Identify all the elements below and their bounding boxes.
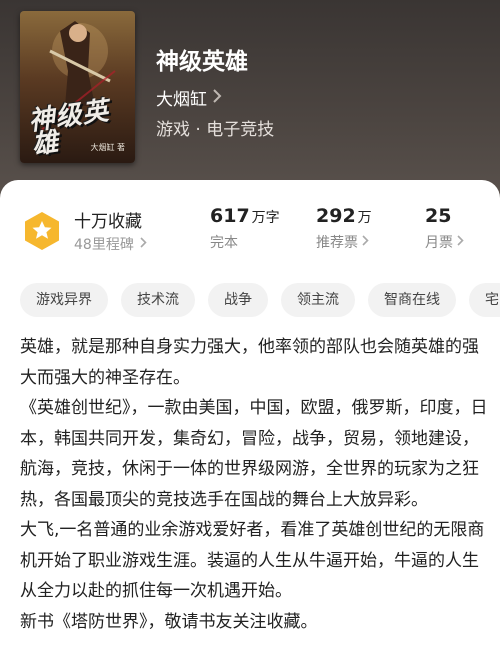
tag-item[interactable]: 宅 xyxy=(469,283,500,317)
tag-item[interactable]: 领主流 xyxy=(281,283,355,317)
tag-item[interactable]: 智商在线 xyxy=(368,283,456,317)
description-paragraph: 英雄，就是那种自身实力强大，他率领的部队也会随英雄的强大而强大的神圣存在。 xyxy=(20,337,479,388)
monthly-label: 月票 xyxy=(425,235,453,251)
tag-list: 游戏异界 技术流 战争 领主流 智商在线宅 xyxy=(20,283,500,319)
chevron-right-icon xyxy=(362,234,369,250)
book-description: 英雄，就是那种自身实力强大，他率领的部队也会随英雄的强大而强大的神圣存在。 《英… xyxy=(20,332,488,637)
recommend-label: 推荐票 xyxy=(316,235,358,251)
tag-item[interactable]: 技术流 xyxy=(121,283,195,317)
word-count-unit: 万字 xyxy=(251,210,280,226)
tag-item[interactable]: 游戏异界 xyxy=(20,283,108,317)
chevron-right-icon xyxy=(140,236,147,252)
word-count-label: 完本 xyxy=(210,235,238,251)
chevron-right-icon xyxy=(457,234,464,250)
chevron-right-icon xyxy=(213,88,222,107)
star-hexagon-icon xyxy=(22,211,62,251)
description-paragraph: 大飞,一名普通的业余游戏爱好者，看准了英雄创世纪的无限商机开始了职业游戏生涯。装… xyxy=(20,520,485,601)
word-count-stat: 617 万字 完本 xyxy=(210,205,280,252)
milestone-link[interactable]: 48里程碑 xyxy=(74,234,147,254)
recommend-unit: 万 xyxy=(357,210,372,226)
author-link[interactable]: 大烟缸 xyxy=(156,85,222,110)
recommend-stat[interactable]: 292 万 推荐票 xyxy=(316,205,372,252)
book-header: 神级英雄 大烟缸 著 神级英雄 大烟缸 游戏 · 电子竞技 xyxy=(0,0,500,205)
stats-row: 十万收藏 48里程碑 617 万字 完本 292 万 推荐票 25 月票 xyxy=(0,180,500,270)
tag-item[interactable]: 战争 xyxy=(208,283,268,317)
monthly-value: 25 xyxy=(425,205,452,227)
description-paragraph: 新书《塔防世界》，敬请书友关注收藏。 xyxy=(20,611,318,632)
cover-author: 大烟缸 著 xyxy=(90,143,125,152)
author-name: 大烟缸 xyxy=(156,90,207,110)
genre-label: 游戏 · 电子竞技 xyxy=(156,120,275,140)
word-count-value: 617 xyxy=(210,205,250,227)
book-info-card: 十万收藏 48里程碑 617 万字 完本 292 万 推荐票 25 月票 游戏异… xyxy=(0,180,500,655)
monthly-ticket-stat[interactable]: 25 月票 xyxy=(425,205,464,252)
favorites-count: 十万收藏 xyxy=(74,212,142,232)
description-paragraph: 《英雄创世纪》，一款由美国，中国，欧盟，俄罗斯，印度，日本，韩国共同开发，集奇幻… xyxy=(20,398,488,510)
book-title: 神级英雄 xyxy=(156,49,248,75)
recommend-value: 292 xyxy=(316,205,356,227)
milestone-label: 48里程碑 xyxy=(74,237,134,253)
book-cover[interactable]: 神级英雄 大烟缸 著 xyxy=(20,11,135,163)
